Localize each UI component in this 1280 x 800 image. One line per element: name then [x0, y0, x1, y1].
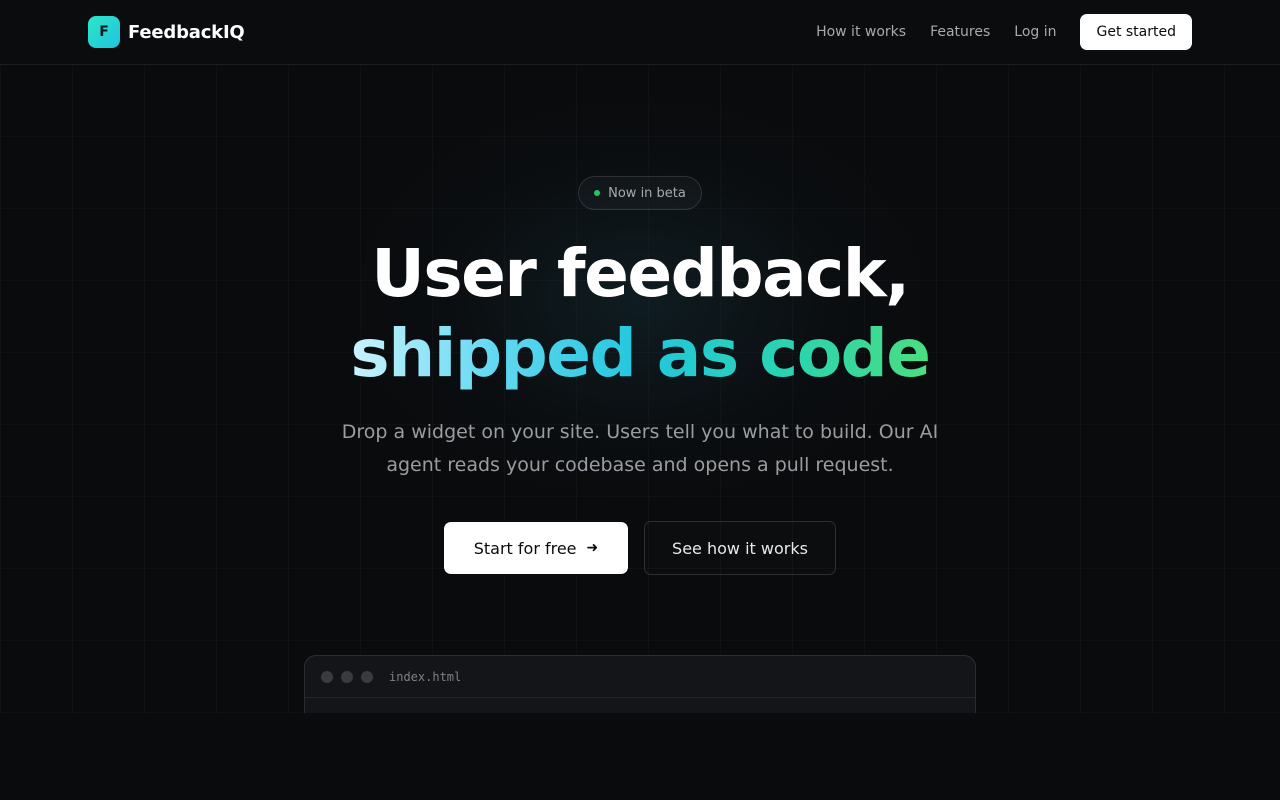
status-dot-icon: [594, 190, 601, 196]
hero-headline: User feedback, shipped as code: [0, 234, 1280, 394]
headline-line-2: shipped as code: [350, 315, 931, 392]
get-started-button[interactable]: Get started: [1080, 14, 1192, 50]
brand-logo[interactable]: F FeedbackIQ: [88, 16, 245, 48]
code-window: index.html: [304, 655, 976, 715]
nav-link-features[interactable]: Features: [930, 24, 990, 40]
headline-line-1: User feedback,: [371, 235, 910, 312]
code-window-titlebar: index.html: [305, 656, 975, 698]
window-dot-icon: [341, 670, 353, 683]
window-dot-icon: [361, 670, 373, 683]
logo-mark-icon: F: [88, 16, 120, 48]
arrow-right-icon: ➜: [586, 540, 599, 556]
see-how-it-works-button[interactable]: See how it works: [644, 521, 836, 575]
brand-name: FeedbackIQ: [128, 21, 245, 43]
start-for-free-button[interactable]: Start for free ➜: [444, 522, 628, 574]
page-bottom: [0, 713, 1280, 800]
nav-links: How it works Features Log in Get started: [816, 14, 1192, 50]
start-for-free-label: Start for free: [473, 538, 577, 558]
nav-link-how-it-works[interactable]: How it works: [816, 24, 906, 40]
hero-cta-row: Start for free ➜ See how it works: [444, 521, 836, 575]
hero-subtitle: Drop a widget on your site. Users tell y…: [341, 421, 939, 476]
code-window-filename: index.html: [389, 669, 462, 684]
top-nav: F FeedbackIQ How it works Features Log i…: [0, 0, 1280, 65]
beta-badge: Now in beta: [578, 176, 702, 210]
landing-page: F FeedbackIQ How it works Features Log i…: [0, 0, 1280, 800]
beta-badge-label: Now in beta: [608, 185, 686, 201]
window-dot-icon: [321, 670, 333, 683]
nav-link-log-in[interactable]: Log in: [1014, 24, 1056, 40]
